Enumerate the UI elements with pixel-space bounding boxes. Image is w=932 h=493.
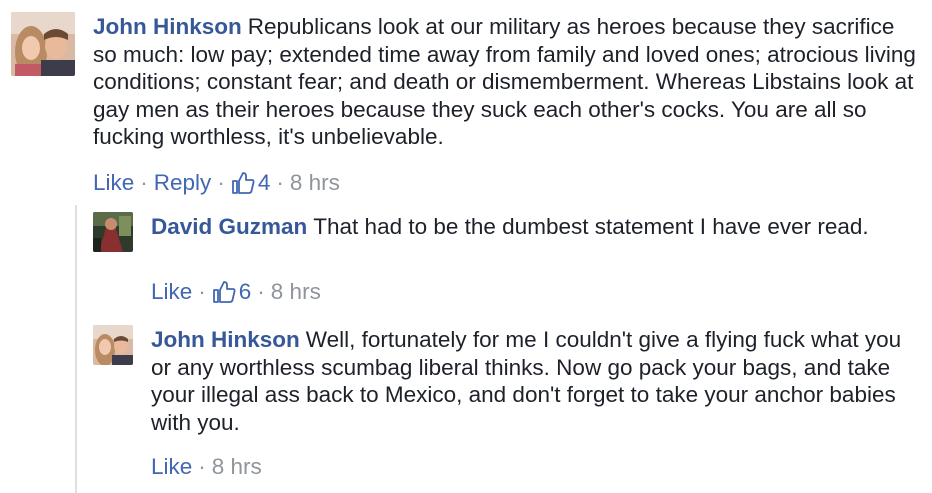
- avatar-photo: [93, 325, 133, 365]
- separator: ·: [217, 170, 225, 195]
- reply-text: That had to be the dumbest statement I h…: [313, 214, 869, 239]
- avatar[interactable]: [93, 212, 133, 252]
- avatar-photo: [11, 12, 75, 76]
- avatar[interactable]: [93, 325, 133, 365]
- reply-body: David Guzman That had to be the dumbest s…: [151, 213, 911, 241]
- like-link[interactable]: Like: [93, 170, 134, 196]
- timestamp[interactable]: 8 hrs: [271, 279, 321, 305]
- comment: John Hinkson Republicans look at our mili…: [0, 0, 932, 200]
- like-count[interactable]: 4: [231, 170, 271, 196]
- avatar[interactable]: [11, 12, 75, 76]
- separator: ·: [276, 170, 284, 195]
- reply: John Hinkson Well, fortunately for me I c…: [0, 310, 932, 493]
- separator: ·: [140, 170, 148, 195]
- like-count-value: 6: [238, 279, 252, 304]
- timestamp[interactable]: 8 hrs: [212, 454, 262, 480]
- separator: ·: [198, 279, 206, 304]
- like-count[interactable]: 6: [212, 279, 252, 305]
- thumbs-up-icon: [212, 281, 236, 303]
- reply: David Guzman That had to be the dumbest s…: [0, 200, 932, 310]
- comment-body: John Hinkson Republicans look at our mili…: [93, 13, 923, 151]
- comment-actions: Like · Reply · 4 · 8 hrs: [93, 170, 340, 196]
- reply-link[interactable]: Reply: [154, 170, 212, 196]
- like-count-value: 4: [257, 170, 271, 195]
- reply-actions: Like · 8 hrs: [151, 454, 262, 480]
- separator: ·: [198, 454, 206, 479]
- reply-actions: Like · 6 · 8 hrs: [151, 279, 321, 305]
- reply-author[interactable]: David Guzman: [151, 214, 307, 239]
- reply-author[interactable]: John Hinkson: [151, 327, 300, 352]
- like-link[interactable]: Like: [151, 279, 192, 305]
- timestamp[interactable]: 8 hrs: [290, 170, 340, 196]
- thumbs-up-icon: [231, 172, 255, 194]
- separator: ·: [257, 279, 265, 304]
- like-link[interactable]: Like: [151, 454, 192, 480]
- avatar-photo: [93, 212, 133, 252]
- reply-body: John Hinkson Well, fortunately for me I c…: [151, 326, 921, 436]
- comment-author[interactable]: John Hinkson: [93, 14, 242, 39]
